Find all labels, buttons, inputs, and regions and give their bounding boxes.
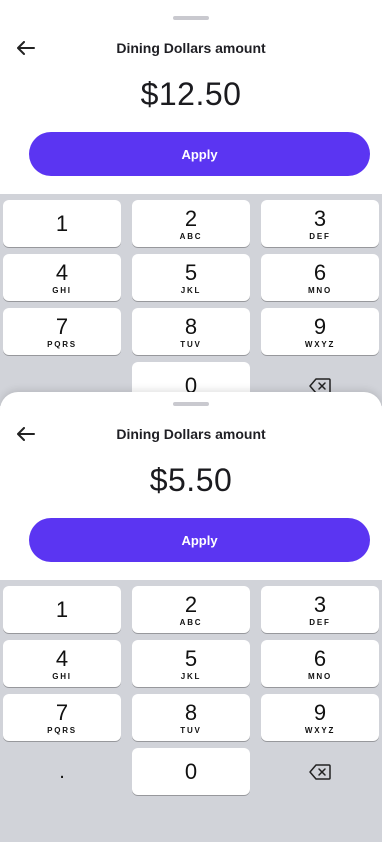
key-0[interactable]: 0 [132, 748, 250, 795]
key-digit: 7 [55, 699, 69, 725]
key-digit: 2 [184, 591, 198, 617]
page-title: Dining Dollars amount [116, 426, 266, 442]
page-title: Dining Dollars amount [116, 40, 266, 56]
sheet-grabber[interactable] [173, 402, 209, 406]
key-digit: 9 [313, 313, 327, 339]
key-digit: 5 [184, 259, 198, 285]
sheet-header: Dining Dollars amount [0, 30, 382, 66]
key-digit: 7 [55, 313, 69, 339]
key-letters: ABC [179, 617, 203, 627]
key-digit: 0 [184, 758, 198, 784]
key-letters: TUV [180, 339, 202, 349]
key-5[interactable]: 5 JKL [132, 254, 250, 301]
key-digit: 9 [313, 699, 327, 725]
key-digit: 3 [313, 591, 327, 617]
key-1[interactable]: 1 [3, 200, 121, 247]
key-digit: 6 [313, 645, 327, 671]
key-digit: 8 [184, 313, 198, 339]
key-letters: DEF [309, 231, 331, 241]
sheet-header: Dining Dollars amount [0, 416, 382, 452]
key-decimal[interactable]: . [3, 748, 121, 795]
key-digit: 6 [313, 259, 327, 285]
key-digit: . [59, 760, 65, 783]
key-letters: GHI [52, 671, 72, 681]
key-8[interactable]: 8 TUV [132, 308, 250, 355]
key-letters: ABC [179, 231, 203, 241]
key-letters: WXYZ [304, 725, 336, 735]
key-letters: MNO [307, 671, 333, 681]
key-digit: 2 [184, 205, 198, 231]
key-digit: 4 [55, 645, 69, 671]
key-3[interactable]: 3 DEF [261, 586, 379, 633]
key-digit: 3 [313, 205, 327, 231]
key-digit: 8 [184, 699, 198, 725]
key-letters: PQRS [47, 339, 77, 349]
sheet-grabber[interactable] [173, 16, 209, 20]
key-1[interactable]: 1 [3, 586, 121, 633]
apply-button[interactable]: Apply [29, 518, 370, 562]
key-7[interactable]: 7 PQRS [3, 694, 121, 741]
key-6[interactable]: 6 MNO [261, 640, 379, 687]
key-digit: 1 [55, 596, 69, 622]
key-9[interactable]: 9 WXYZ [261, 308, 379, 355]
key-digit: 1 [55, 210, 69, 236]
key-5[interactable]: 5 JKL [132, 640, 250, 687]
key-digit: 5 [184, 645, 198, 671]
key-letters: PQRS [47, 725, 77, 735]
key-3[interactable]: 3 DEF [261, 200, 379, 247]
key-8[interactable]: 8 TUV [132, 694, 250, 741]
key-2[interactable]: 2 ABC [132, 586, 250, 633]
key-letters: MNO [307, 285, 333, 295]
amount-sheet-current: Dining Dollars amount $5.50 Apply 1 2 AB… [0, 392, 382, 842]
key-letters: JKL [180, 285, 202, 295]
apply-button[interactable]: Apply [29, 132, 370, 176]
key-digit: 4 [55, 259, 69, 285]
numeric-keypad: 1 2 ABC 3 DEF 4 GHI 5 JKL 6 MNO 7 PQRS 8… [0, 580, 382, 842]
amount-sheet-previous: Dining Dollars amount $12.50 Apply 1 2 A… [0, 6, 382, 406]
key-2[interactable]: 2 ABC [132, 200, 250, 247]
key-delete[interactable] [261, 748, 379, 795]
key-letters: WXYZ [304, 339, 336, 349]
key-letters: GHI [52, 285, 72, 295]
amount-display: $5.50 [149, 462, 233, 498]
amount-display: $12.50 [140, 76, 242, 112]
key-4[interactable]: 4 GHI [3, 640, 121, 687]
key-letters: TUV [180, 725, 202, 735]
key-4[interactable]: 4 GHI [3, 254, 121, 301]
numeric-keypad: 1 2 ABC 3 DEF 4 GHI 5 JKL 6 MNO 7 PQRS 8… [0, 194, 382, 406]
key-6[interactable]: 6 MNO [261, 254, 379, 301]
key-letters: DEF [309, 617, 331, 627]
key-9[interactable]: 9 WXYZ [261, 694, 379, 741]
key-letters: JKL [180, 671, 202, 681]
key-7[interactable]: 7 PQRS [3, 308, 121, 355]
backspace-icon [309, 763, 331, 780]
